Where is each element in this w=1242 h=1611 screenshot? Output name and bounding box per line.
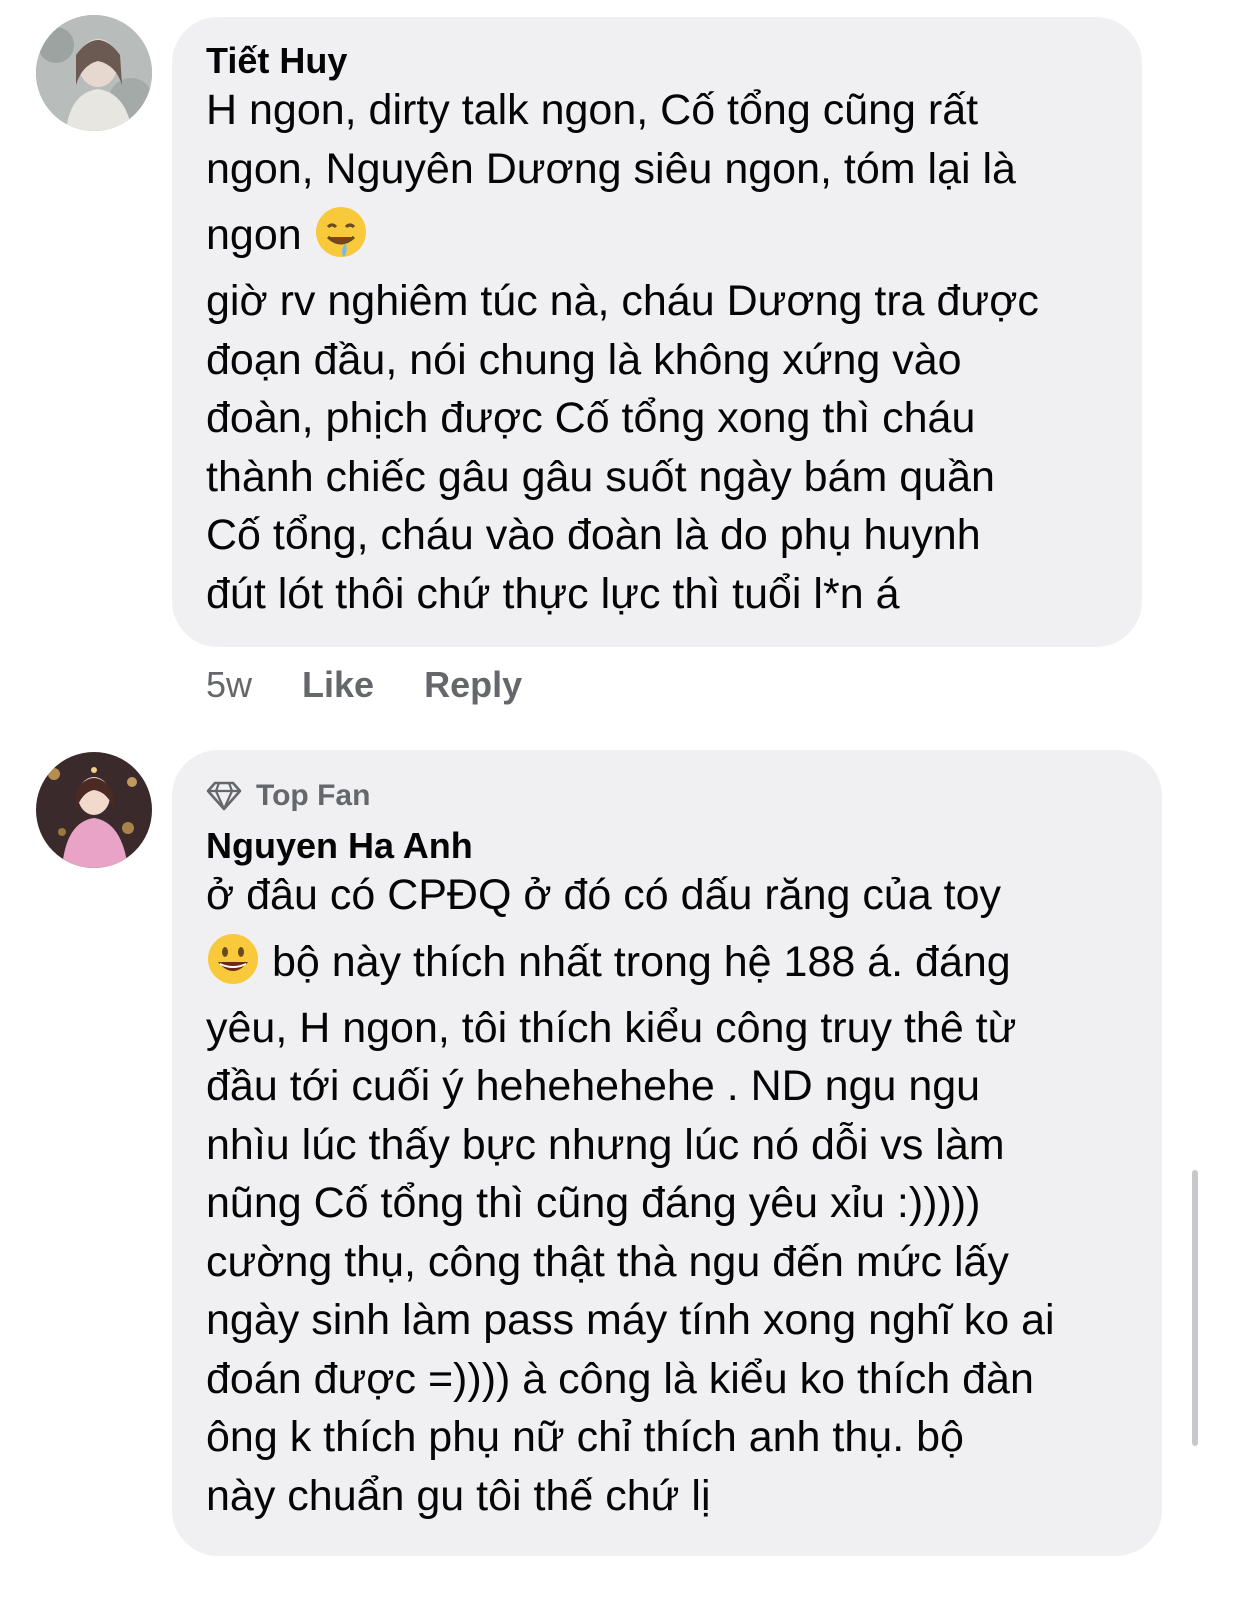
avatar-image: [36, 752, 152, 868]
comment-line: nũng Cố tổng thì cũng đáng yêu xỉu :))))…: [206, 1179, 981, 1227]
comment-line: đút lót thôi chứ thực lực thì tuổi l*n á: [206, 569, 900, 618]
comment-bubble: Top Fan Nguyen Ha Anh ở đâu có CPĐQ ở đó…: [172, 750, 1162, 1556]
comment-line: cường thụ, công thật thà ngu đến mức lấy: [206, 1237, 1009, 1286]
comment-line-with-emoji: ngon: [206, 198, 1122, 272]
like-button[interactable]: Like: [302, 662, 374, 708]
avatar-nguyen-ha-anh[interactable]: [36, 752, 152, 868]
comment-bubble: Tiết Huy H ngon, dirty talk ngon, Cố tổn…: [172, 17, 1142, 647]
comment-line: giờ rv nghiêm túc nà, cháu Dương tra đượ…: [206, 277, 1039, 325]
comment-line: yêu, H ngon, tôi thích kiểu công truy th…: [206, 1003, 1017, 1052]
comment-line: Cố tổng, cháu vào đoàn là do phụ huynh: [206, 511, 981, 559]
comment-text: H ngon, dirty talk ngon, Cố tổng cũng rấ…: [206, 81, 1122, 623]
comment-author[interactable]: Nguyen Ha Anh: [206, 826, 1142, 866]
avatar-tiet-huy[interactable]: [36, 15, 152, 131]
comment-line: này chuẩn gu tôi thế chứ lị: [206, 1471, 711, 1520]
comment-line: ở đâu có CPĐQ ở đó có dấu răng của toy: [206, 871, 1001, 919]
comment-line: đoạn đầu, nói chung là không xứng vào: [206, 335, 962, 384]
comment-line: ngon, Nguyên Dương siêu ngon, tóm lại là: [206, 144, 1016, 193]
comment-line: ngày sinh làm pass máy tính xong nghĩ ko…: [206, 1296, 1055, 1344]
comment-line: thành chiếc gâu gâu suốt ngày bám quần: [206, 452, 995, 501]
comment-author[interactable]: Tiết Huy: [206, 41, 1122, 81]
comment-text: ở đâu có CPĐQ ở đó có dấu răng của toy b…: [206, 866, 1142, 1525]
avatar-image: [36, 15, 152, 131]
comment-actions: 5w Like Reply: [206, 662, 572, 708]
top-fan-badge: Top Fan: [206, 776, 1142, 816]
badge-label: Top Fan: [256, 779, 371, 812]
comment-line: ông k thích phụ nữ chỉ thích anh thụ. bộ: [206, 1413, 964, 1461]
diamond-icon: [206, 781, 242, 811]
reply-button[interactable]: Reply: [424, 662, 522, 708]
drooling-face-emoji: [314, 205, 368, 259]
comment-line: nhìu lúc thấy bực nhưng lúc nó dỗi vs là…: [206, 1120, 1005, 1169]
comment-timestamp[interactable]: 5w: [206, 662, 252, 708]
comment-line: đoàn, phịch được Cố tổng xong thì cháu: [206, 394, 976, 442]
scrollbar[interactable]: [1192, 1170, 1198, 1446]
comment-line-with-emoji: bộ này thích nhất trong hệ 188 á. đáng: [206, 925, 1142, 999]
grinning-face-emoji: [206, 932, 260, 986]
comment-line: ngon: [206, 211, 302, 259]
comment-line: H ngon, dirty talk ngon, Cố tổng cũng rấ…: [206, 86, 979, 134]
comment-line: bộ này thích nhất trong hệ 188 á. đáng: [271, 937, 1011, 986]
comment-line: đoán được =)))) à công là kiểu ko thích …: [206, 1354, 1034, 1403]
comment-line: đầu tới cuối ý hehehehehe . ND ngu ngu: [206, 1062, 981, 1110]
